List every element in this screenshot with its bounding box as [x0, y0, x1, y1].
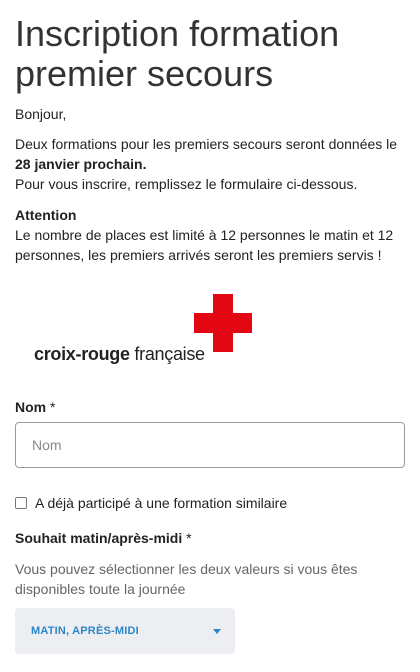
- prior-training-checkbox-row[interactable]: A déjà participé à une formation similai…: [15, 495, 287, 511]
- attention-text: Le nombre de places est limité à 12 pers…: [15, 227, 394, 263]
- logo-brand-light: française: [134, 344, 205, 364]
- name-field-label: Nom *: [15, 399, 55, 415]
- time-preference-required-mark: *: [186, 530, 192, 546]
- logo-brand-bold: croix-rouge: [34, 344, 130, 364]
- attention-heading: Attention: [15, 207, 77, 223]
- chevron-down-icon: [213, 628, 221, 634]
- time-preference-select[interactable]: MATIN, APRÈS-MIDI: [15, 608, 235, 654]
- croix-rouge-logo: croix-rouge française: [30, 292, 260, 372]
- page-title: Inscription formation premier secours: [15, 13, 340, 94]
- prior-training-label[interactable]: A déjà participé à une formation similai…: [35, 495, 287, 511]
- intro-paragraph: Deux formations pour les premiers secour…: [15, 134, 397, 194]
- name-label-text: Nom: [15, 399, 47, 415]
- prior-training-checkbox[interactable]: [15, 497, 27, 509]
- logo-wordmark: croix-rouge française: [34, 344, 205, 365]
- time-preference-helper: Vous pouvez sélectionner les deux valeur…: [15, 561, 358, 597]
- time-preference-label-text: Souhait matin/après-midi: [15, 530, 183, 546]
- name-input[interactable]: [15, 422, 405, 468]
- time-preference-label: Souhait matin/après-midi *: [15, 530, 192, 546]
- intro-date: 28 janvier prochain.: [15, 156, 147, 172]
- intro-line-1: Deux formations pour les premiers secour…: [15, 136, 398, 152]
- name-required-mark: *: [50, 399, 56, 415]
- time-preference-selected-value: MATIN, APRÈS-MIDI: [31, 625, 139, 637]
- greeting: Bonjour,: [15, 106, 67, 122]
- intro-line-2: Pour vous inscrire, remplissez le formul…: [15, 176, 358, 192]
